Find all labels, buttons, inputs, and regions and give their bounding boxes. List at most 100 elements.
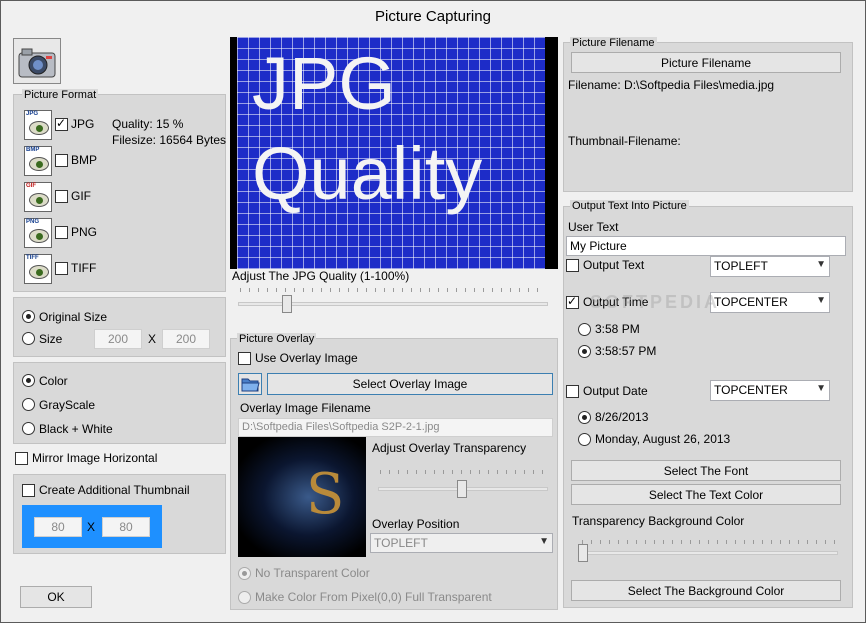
date-short-radio[interactable] [578,411,591,424]
overlay-filename-label: Overlay Image Filename [240,401,371,415]
color-radio[interactable] [22,374,35,387]
overlay-position-select[interactable]: TOPLEFT ▼ [370,533,553,553]
picture-format-title: Picture Format [22,89,99,101]
output-text-position-value: TOPLEFT [714,259,768,273]
time-long-radio[interactable] [578,345,591,358]
png-label: PNG [71,225,98,239]
select-background-color-button[interactable]: Select The Background Color [571,580,841,601]
no-transparent-color-radio[interactable] [238,567,251,580]
output-time-position-select[interactable]: TOPCENTER ▼ [710,292,830,313]
output-time-position-value: TOPCENTER [714,295,788,309]
black-white-label: Black + White [39,422,113,436]
size-width-input[interactable]: 200 [94,329,142,349]
time-short-label: 3:58 PM [595,322,640,336]
color-label: Color [39,374,68,388]
softpedia-watermark: SOFTPEDIA [590,292,721,312]
open-folder-icon[interactable] [238,373,262,395]
quality-readout: Quality: 15 % [112,117,184,131]
thumbnail-filename-readout: Thumbnail-Filename: [568,134,681,148]
output-time-checkbox[interactable] [566,294,579,309]
size-radio[interactable] [22,332,35,345]
date-short-label: 8/26/2013 [595,410,649,424]
user-text-input[interactable]: My Picture [566,236,846,256]
no-transparent-color-label: No Transparent Color [255,566,370,580]
jpg-quality-slider-thumb[interactable] [282,295,292,313]
make-color-transparent-label: Make Color From Pixel(0,0) Full Transpar… [255,590,492,604]
chevron-down-icon: ▼ [539,536,549,547]
gif-label: GIF [71,189,91,203]
preview-text-quality: Quality [252,132,483,215]
thumbnail-label: Create Additional Thumbnail [39,483,190,497]
thumbnail-x-separator: X [87,520,96,534]
output-date-position-select[interactable]: TOPCENTER ▼ [710,380,830,401]
jpg-preview-image: JPG Quality [230,37,558,269]
bmp-checkbox[interactable] [55,154,68,167]
overlay-position-label: Overlay Position [372,517,460,531]
mirror-checkbox[interactable] [15,452,28,465]
overlay-transparency-label: Adjust Overlay Transparency [372,441,527,455]
chevron-down-icon: ▼ [816,259,826,270]
output-text-position-select[interactable]: TOPLEFT ▼ [710,256,830,277]
output-date-position-value: TOPCENTER [714,383,788,397]
thumbnail-checkbox[interactable] [22,484,35,497]
picture-overlay-title: Picture Overlay [237,333,317,345]
black-white-radio[interactable] [22,422,35,435]
window-title-bar: Picture Capturing [0,0,866,32]
overlay-filename-input[interactable]: D:\Softpedia Files\Softpedia S2P-2-1.jpg [238,418,553,437]
original-size-label: Original Size [39,310,108,324]
png-checkbox[interactable] [55,226,68,239]
make-color-transparent-radio[interactable] [238,591,251,604]
transparency-bg-thumb[interactable] [578,544,588,562]
use-overlay-checkbox[interactable] [238,352,251,365]
overlay-transparency-ticks [380,470,546,474]
use-overlay-label: Use Overlay Image [255,351,358,365]
bmp-format-icon: BMP [24,146,52,176]
gif-checkbox[interactable] [55,190,68,203]
ok-button[interactable]: OK [20,586,92,608]
picture-filename-title: Picture Filename [570,37,657,49]
output-text-title: Output Text Into Picture [570,200,689,212]
select-font-button[interactable]: Select The Font [571,460,841,481]
time-long-label: 3:58:57 PM [595,344,657,358]
time-short-radio[interactable] [578,323,591,336]
date-long-radio[interactable] [578,433,591,446]
output-text-label: Output Text [583,258,645,272]
thumbnail-width-input[interactable]: 80 [34,517,82,537]
thumbnail-height-input[interactable]: 80 [102,517,150,537]
size-label: Size [39,332,63,346]
overlay-position-value: TOPLEFT [374,536,428,550]
png-format-icon: PNG [24,218,52,248]
overlay-preview-logo: S [306,462,345,527]
tiff-checkbox[interactable] [55,262,68,275]
tiff-format-icon: TIFF [24,254,52,284]
tiff-label: TIFF [71,261,97,275]
overlay-preview-image: S [238,437,366,557]
filename-readout: Filename: D:\Softpedia Files\media.jpg [568,78,775,92]
jpg-label: JPG [71,117,95,131]
size-height-input[interactable]: 200 [162,329,210,349]
gif-format-icon: GIF [24,182,52,212]
output-text-checkbox[interactable] [566,259,579,272]
select-text-color-button[interactable]: Select The Text Color [571,484,841,505]
transparency-bg-track [578,551,838,555]
chevron-down-icon: ▼ [816,295,826,306]
original-size-radio[interactable] [22,310,35,323]
date-long-label: Monday, August 26, 2013 [595,432,731,446]
user-text-label: User Text [568,220,619,234]
picture-filename-button[interactable]: Picture Filename [571,52,841,73]
overlay-transparency-thumb[interactable] [457,480,467,498]
output-date-label: Output Date [583,384,648,398]
select-overlay-image-button[interactable]: Select Overlay Image [267,373,553,395]
jpg-format-icon: JPG [24,110,52,140]
camera-icon [13,38,61,84]
bmp-label: BMP [71,153,98,167]
preview-text-jpg: JPG [252,42,396,125]
jpg-quality-slider-ticks [240,288,546,292]
grayscale-radio[interactable] [22,398,35,411]
output-date-checkbox[interactable] [566,385,579,398]
size-x-separator: X [148,332,157,346]
jpg-checkbox[interactable] [55,116,68,131]
window-title: Picture Capturing [375,8,491,25]
transparency-bg-ticks [582,540,836,544]
filesize-readout: Filesize: 16564 Bytes [112,133,227,147]
